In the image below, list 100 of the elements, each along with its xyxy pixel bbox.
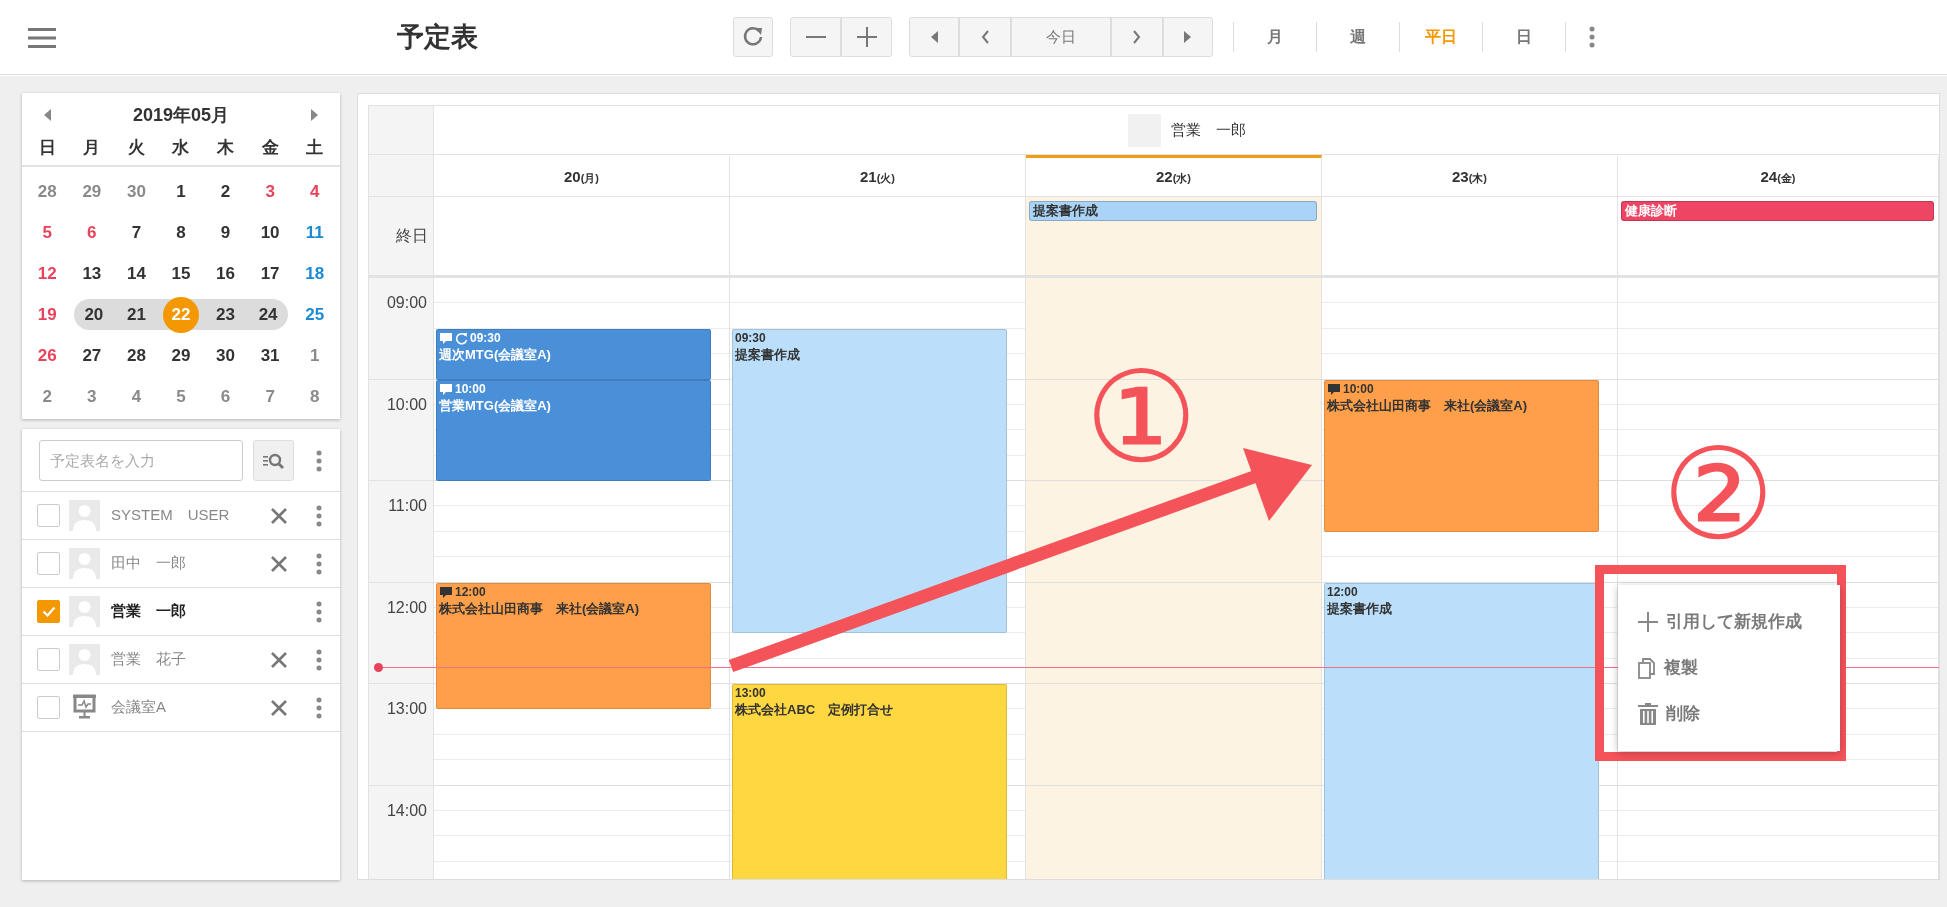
calendar-day[interactable]: 2 <box>207 173 244 210</box>
calendar-day[interactable]: 25 <box>296 296 333 333</box>
calendar-day[interactable]: 20 <box>75 296 112 333</box>
day-header[interactable]: 21(火) <box>860 165 895 189</box>
menu-item[interactable]: 複製 <box>1618 645 1840 691</box>
previous-month-button[interactable] <box>44 109 52 121</box>
calendar-day[interactable]: 22 <box>163 296 199 333</box>
calendar-day[interactable]: 24 <box>250 296 287 333</box>
calendar-day[interactable]: 29 <box>73 173 110 210</box>
calendar-day[interactable]: 7 <box>118 214 155 251</box>
calendar-day[interactable]: 31 <box>252 337 289 374</box>
more-icon <box>316 696 322 719</box>
menu-button[interactable] <box>28 26 56 49</box>
triangle-right-icon <box>310 109 318 121</box>
first-button[interactable] <box>909 17 959 57</box>
event-block[interactable]: 12:00 株式会社山田商事 来社(会議室A) <box>436 582 711 710</box>
calendar-day[interactable]: 18 <box>296 255 333 292</box>
view-tab[interactable]: 月 <box>1234 25 1316 49</box>
month-title: 2019年05月 <box>132 103 230 127</box>
event-block[interactable]: 09:30 提案書作成 <box>732 328 1007 634</box>
more-icon <box>316 600 322 623</box>
calendar-day[interactable]: 29 <box>163 337 199 374</box>
calendar-day[interactable]: 5 <box>163 378 199 415</box>
event-time: 09:30 <box>470 330 501 346</box>
calendar-day[interactable]: 5 <box>29 214 66 251</box>
calendar-day[interactable]: 10 <box>252 214 289 251</box>
calendar-day[interactable]: 30 <box>118 173 155 210</box>
next-month-button[interactable] <box>310 109 318 121</box>
calendar-day[interactable]: 1 <box>296 337 333 374</box>
event-block[interactable]: 10:00 営業MTG(会議室A) <box>436 379 711 481</box>
search-field[interactable]: 予定表名を入力 <box>39 440 243 481</box>
calendar-day[interactable]: 30 <box>207 337 244 374</box>
weekday-label: 火 <box>126 137 146 159</box>
checkbox[interactable] <box>37 552 60 575</box>
zoom-in-button[interactable] <box>841 17 892 57</box>
time-label: 10:00 <box>369 379 433 481</box>
app-title: 予定表 <box>397 20 479 54</box>
event-block[interactable]: 13:00 株式会社ABC 定例打合せ <box>732 684 1007 879</box>
calendar-day[interactable]: 19 <box>29 296 66 333</box>
chevron-right-icon <box>1132 30 1142 44</box>
checkbox[interactable] <box>37 648 60 671</box>
more-icon <box>316 449 322 472</box>
view-tab[interactable]: 日 <box>1483 25 1565 49</box>
event-block[interactable]: 09:30 週次MTG(会議室A) <box>436 328 711 380</box>
calendar-day[interactable]: 4 <box>296 173 333 210</box>
all-day-label: 終日 <box>369 197 434 275</box>
calendar-day[interactable]: 6 <box>73 214 110 251</box>
today-button[interactable]: 今日 <box>1011 17 1111 57</box>
calendar-day[interactable]: 3 <box>73 378 110 415</box>
calendar-day[interactable]: 9 <box>207 214 244 251</box>
day-header[interactable]: 22(水) <box>1156 165 1191 189</box>
calendar-day[interactable]: 7 <box>252 378 289 415</box>
calendar-day[interactable]: 21 <box>118 296 155 333</box>
calendar-day[interactable]: 3 <box>252 173 289 210</box>
search-button[interactable] <box>253 440 294 481</box>
event-title: 週次MTG(会議室A) <box>439 345 552 364</box>
event-title: 株式会社山田商事 来社(会議室A) <box>1327 396 1529 415</box>
view-tab[interactable]: 週 <box>1317 25 1399 49</box>
checkbox[interactable] <box>37 504 60 527</box>
calendar-day[interactable]: 1 <box>163 173 199 210</box>
calendar-day[interactable]: 15 <box>163 255 199 292</box>
event-title: 株式会社ABC 定例打合せ <box>735 701 895 719</box>
plus-icon <box>856 27 877 47</box>
calendar-day[interactable]: 17 <box>252 255 289 292</box>
triangle-left-icon <box>929 30 939 44</box>
calendar-day[interactable]: 27 <box>73 337 110 374</box>
refresh-icon <box>742 26 764 48</box>
calendar-day[interactable]: 2 <box>29 378 66 415</box>
calendar-day[interactable]: 8 <box>296 378 333 415</box>
calendar-day[interactable]: 28 <box>118 337 155 374</box>
calendar-day[interactable]: 11 <box>296 214 333 251</box>
all-day-event[interactable]: 提案書作成 <box>1029 201 1317 221</box>
event-block[interactable]: 10:00 株式会社山田商事 来社(会議室A) <box>1324 379 1599 532</box>
calendar-day[interactable]: 13 <box>73 255 110 292</box>
day-header[interactable]: 23(木) <box>1452 165 1487 189</box>
event-title: 株式会社山田商事 来社(会議室A) <box>439 599 641 618</box>
day-header[interactable]: 20(月) <box>564 165 599 189</box>
calendar-day[interactable]: 6 <box>207 378 244 415</box>
calendar-day[interactable]: 16 <box>207 255 244 292</box>
calendar-day[interactable]: 14 <box>118 255 155 292</box>
event-block[interactable]: 12:00 提案書作成 <box>1324 582 1599 879</box>
menu-item[interactable]: 削除 <box>1618 691 1840 737</box>
weekday-label: 水 <box>171 137 191 159</box>
calendar-day[interactable]: 26 <box>29 337 66 374</box>
all-day-event[interactable]: 健康診断 <box>1621 201 1934 221</box>
day-header[interactable]: 24(金) <box>1760 165 1796 189</box>
calendar-day[interactable]: 8 <box>163 214 199 251</box>
calendar-day[interactable]: 28 <box>29 173 66 210</box>
refresh-button[interactable] <box>733 17 773 57</box>
calendar-day[interactable]: 4 <box>118 378 155 415</box>
event-time: 12:00 <box>1327 584 1358 600</box>
checkbox[interactable] <box>37 696 60 719</box>
last-button[interactable] <box>1163 17 1213 57</box>
checkbox[interactable] <box>37 600 60 623</box>
menu-item[interactable]: 引用して新規作成 <box>1618 599 1840 645</box>
calendar-day[interactable]: 12 <box>29 255 66 292</box>
calendar-day[interactable]: 23 <box>207 296 244 333</box>
event-time: 10:00 <box>455 381 486 397</box>
view-tab[interactable]: 平日 <box>1400 25 1482 49</box>
close-icon <box>270 506 288 525</box>
